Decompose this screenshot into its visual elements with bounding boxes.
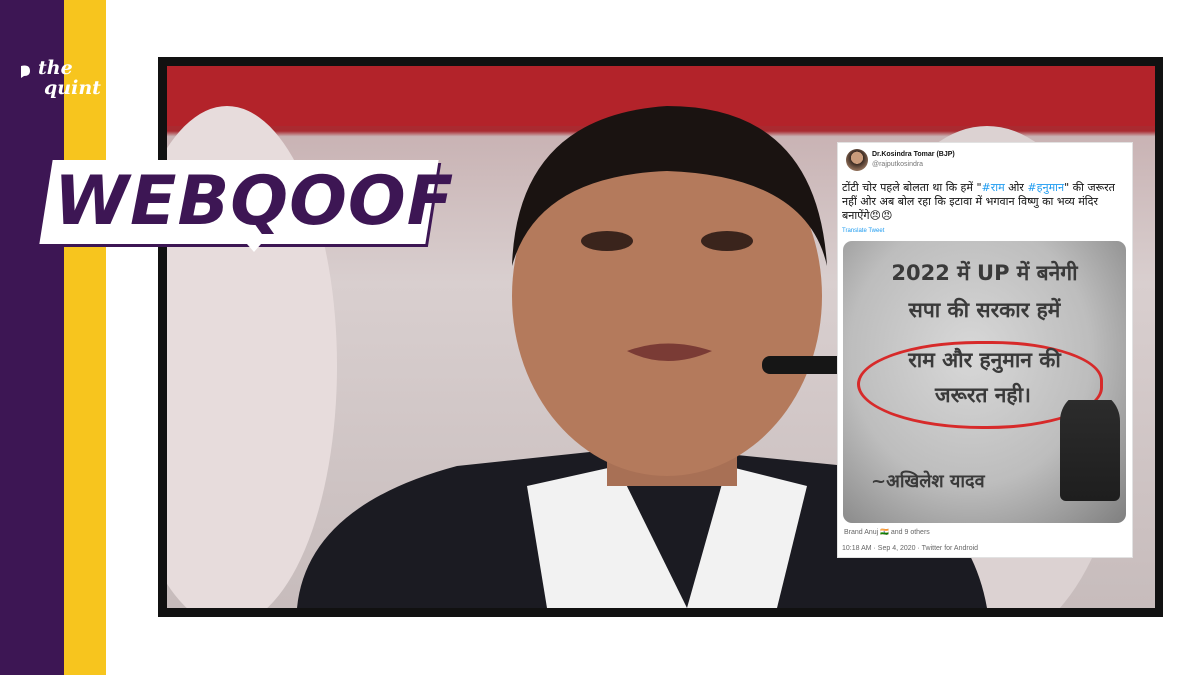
author-name[interactable]: Dr.Kosindra Tomar (BJP) (872, 151, 955, 158)
quint-logo-icon (21, 65, 30, 78)
tweet-timestamp[interactable]: 10:18 AM · Sep 4, 2020 · Twitter for And… (842, 545, 978, 552)
hashtag-ram[interactable]: #राम (982, 181, 1005, 194)
image-signature: ~अखिलेश यादव (871, 471, 985, 492)
tweet-text: टोंटी चोर पहले बोलता था कि हमें "#राम ओर… (842, 181, 1126, 223)
author-handle[interactable]: @rajputkosindra (872, 161, 923, 168)
tweet-card[interactable]: Dr.Kosindra Tomar (BJP) @rajputkosindra … (838, 143, 1132, 557)
the-quint-logo[interactable]: the quint (18, 57, 101, 108)
hashtag-hanuman[interactable]: #हनुमान (1027, 181, 1064, 194)
image-text-line-1: 2022 में UP में बनेगी (891, 261, 1078, 285)
translate-tweet-link[interactable]: Translate Tweet (842, 228, 884, 234)
image-text-line-3: राम और हनुमान की (908, 348, 1061, 372)
image-text-line-4: जरूरत नही। (935, 383, 1031, 407)
image-text-line-2: सपा की सरकार हमें (908, 298, 1061, 322)
webqoof-label: WEBQOOF (54, 162, 455, 241)
tweet-image[interactable]: 2022 में UP में बनेगी सपा की सरकार हमें … (843, 241, 1126, 523)
author-avatar[interactable] (846, 149, 868, 171)
politician-figure (1060, 391, 1120, 501)
brand-line-1: the (38, 57, 73, 79)
tweet-text-part-1: टोंटी चोर पहले बोलता था कि हमें " (842, 181, 982, 194)
tweet-text-part-2: ओर (1004, 181, 1028, 194)
brand-line-2: quint (44, 77, 101, 99)
liked-by[interactable]: Brand Anuj 🇮🇳 and 9 others (844, 528, 930, 536)
